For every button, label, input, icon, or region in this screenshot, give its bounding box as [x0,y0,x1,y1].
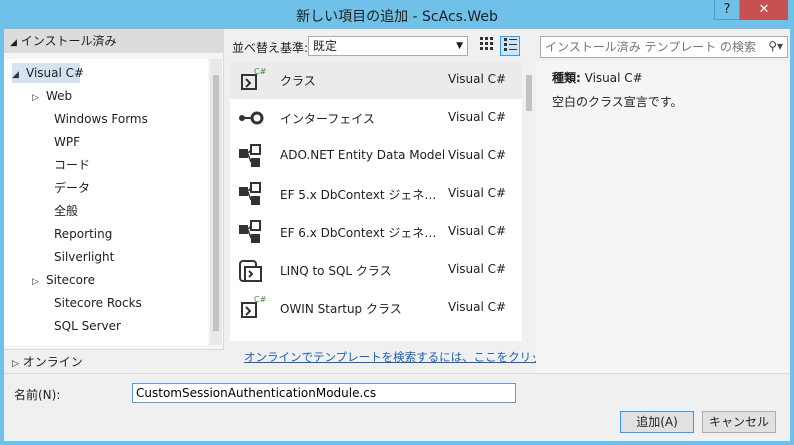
dialog-footer: 名前(N): 追加(A) キャンセル [4,373,790,441]
collapsed-arrow-icon: ▷ [32,277,39,287]
search-icon[interactable]: ⚲▾ [768,39,783,53]
chevron-down-icon: ▼ [456,41,463,51]
title-bar: 新しい項目の追加 - ScAcs.Web ? ✕ [0,0,794,29]
installed-label: インストール済み [20,34,117,48]
template-search-input[interactable] [541,37,759,57]
svg-text:C#: C# [254,67,266,76]
cancel-button[interactable]: キャンセル [702,411,776,433]
template-item-ef6-dbcontext[interactable]: EF 6.x DbContext ジェネレーター Visual C# [230,213,522,251]
template-item-ado-net-entity-data-model[interactable]: ADO.NET Entity Data Model Visual C# [230,137,522,175]
name-input[interactable] [132,383,516,403]
detail-type: 種類: Visual C# [552,69,643,86]
template-list: C# クラス Visual C# インターフェイス Visual C# ADO.… [230,61,522,341]
template-toolbar: 並べ替え基準: 既定 ▼ ⚲▾ [226,33,790,59]
installed-header[interactable]: ◢ インストール済み [4,29,224,53]
close-button[interactable]: ✕ [740,0,788,20]
template-language: Visual C# [448,186,507,200]
class-icon: C# [241,295,266,318]
template-name: インターフェイス [280,112,375,126]
sort-dropdown[interactable]: 既定 ▼ [308,36,468,56]
template-language: Visual C# [448,300,507,314]
tree-item-label: Visual C# [26,66,85,80]
template-item-ef5-dbcontext[interactable]: EF 5.x DbContext ジェネレーター Visual C# [230,175,522,213]
linq-icon [239,260,262,282]
tree-item-general[interactable]: 全般 [54,201,78,221]
tree-item-data[interactable]: データ [54,178,90,198]
tree-scrollbar-thumb[interactable] [213,75,219,331]
template-name: OWIN Startup クラス [280,302,402,316]
tree-item-label: Sitecore [46,273,96,287]
template-item-owin-startup[interactable]: C# OWIN Startup クラス Visual C# [230,289,522,327]
add-new-item-dialog: 新しい項目の追加 - ScAcs.Web ? ✕ ◢ インストール済み ◢ Vis… [0,0,794,445]
template-language: Visual C# [448,148,507,162]
sort-value: 既定 [313,39,338,53]
tree-item-label: Web [46,89,73,103]
tree-scrollbar[interactable] [210,59,222,345]
tree-item-sql-server[interactable]: SQL Server [54,316,121,336]
interface-icon [239,111,264,125]
tree-item-reporting[interactable]: Reporting [54,224,112,244]
collapsed-arrow-icon: ▷ [32,93,39,103]
collapse-arrow-icon: ◢ [10,38,17,48]
template-list-scrollbar-thumb[interactable] [526,75,532,111]
small-icons-view-button[interactable] [476,36,496,56]
template-name: EF 6.x DbContext ジェネレーター [280,226,444,240]
category-panel: ◢ インストール済み ◢ Visual C# ▷ Web Windows Forms… [4,29,224,373]
tree-item-visual-csharp[interactable]: ◢ Visual C# [12,63,84,83]
template-name: クラス [280,74,316,88]
medium-icons-view-button[interactable] [500,36,520,56]
template-language: Visual C# [448,110,507,124]
detail-type-value: Visual C# [584,71,643,85]
entity-model-icon [239,144,261,167]
online-header[interactable]: ▷ オンライン [4,349,224,373]
name-label: 名前(N): [14,388,61,402]
tree-item-windows-forms[interactable]: Windows Forms [54,109,148,129]
template-item-class[interactable]: C# クラス Visual C# [230,61,522,99]
class-icon: C# [241,67,266,90]
template-language: Visual C# [448,72,507,86]
collapsed-arrow-icon: ▷ [12,359,19,369]
template-language: Visual C# [448,224,507,238]
entity-model-icon [239,220,261,243]
help-button[interactable]: ? [714,0,740,20]
svg-text:C#: C# [254,295,266,304]
dialog-body: ◢ インストール済み ◢ Visual C# ▷ Web Windows Forms… [4,29,790,441]
window-title: 新しい項目の追加 - ScAcs.Web [296,9,498,25]
list-view-icon [504,38,517,51]
template-item-linq-to-sql[interactable]: LINQ to SQL クラス Visual C# [230,251,522,289]
template-search-box: ⚲▾ [540,36,788,58]
tree-item-code[interactable]: コード [54,155,90,175]
template-language: Visual C# [448,262,507,276]
category-tree: ◢ Visual C# ▷ Web Windows Forms WPF コード デー… [4,59,208,345]
entity-model-icon [239,182,261,205]
detail-description: 空白のクラス宣言です。 [552,95,683,109]
grid-view-icon [480,37,493,50]
expanded-arrow-icon: ◢ [12,70,19,80]
template-name: ADO.NET Entity Data Model [280,148,444,162]
sort-label: 並べ替え基準: [232,41,309,55]
tree-item-sitecore-rocks[interactable]: Sitecore Rocks [54,293,142,313]
template-item-interface[interactable]: インターフェイス Visual C# [230,99,522,137]
template-list-scrollbar[interactable] [522,61,536,341]
tree-item-web[interactable]: ▷ Web [32,86,72,106]
template-name: LINQ to SQL クラス [280,264,392,278]
tree-item-sitecore[interactable]: ▷ Sitecore [32,270,95,290]
template-name: EF 5.x DbContext ジェネレーター [280,188,444,202]
details-panel: 種類: Visual C# 空白のクラス宣言です。 [536,61,790,373]
add-button[interactable]: 追加(A) [620,411,694,433]
detail-type-label: 種類: [552,71,581,85]
tree-item-wpf[interactable]: WPF [54,132,80,152]
online-label: オンライン [22,355,83,369]
tree-item-silverlight[interactable]: Silverlight [54,247,114,267]
